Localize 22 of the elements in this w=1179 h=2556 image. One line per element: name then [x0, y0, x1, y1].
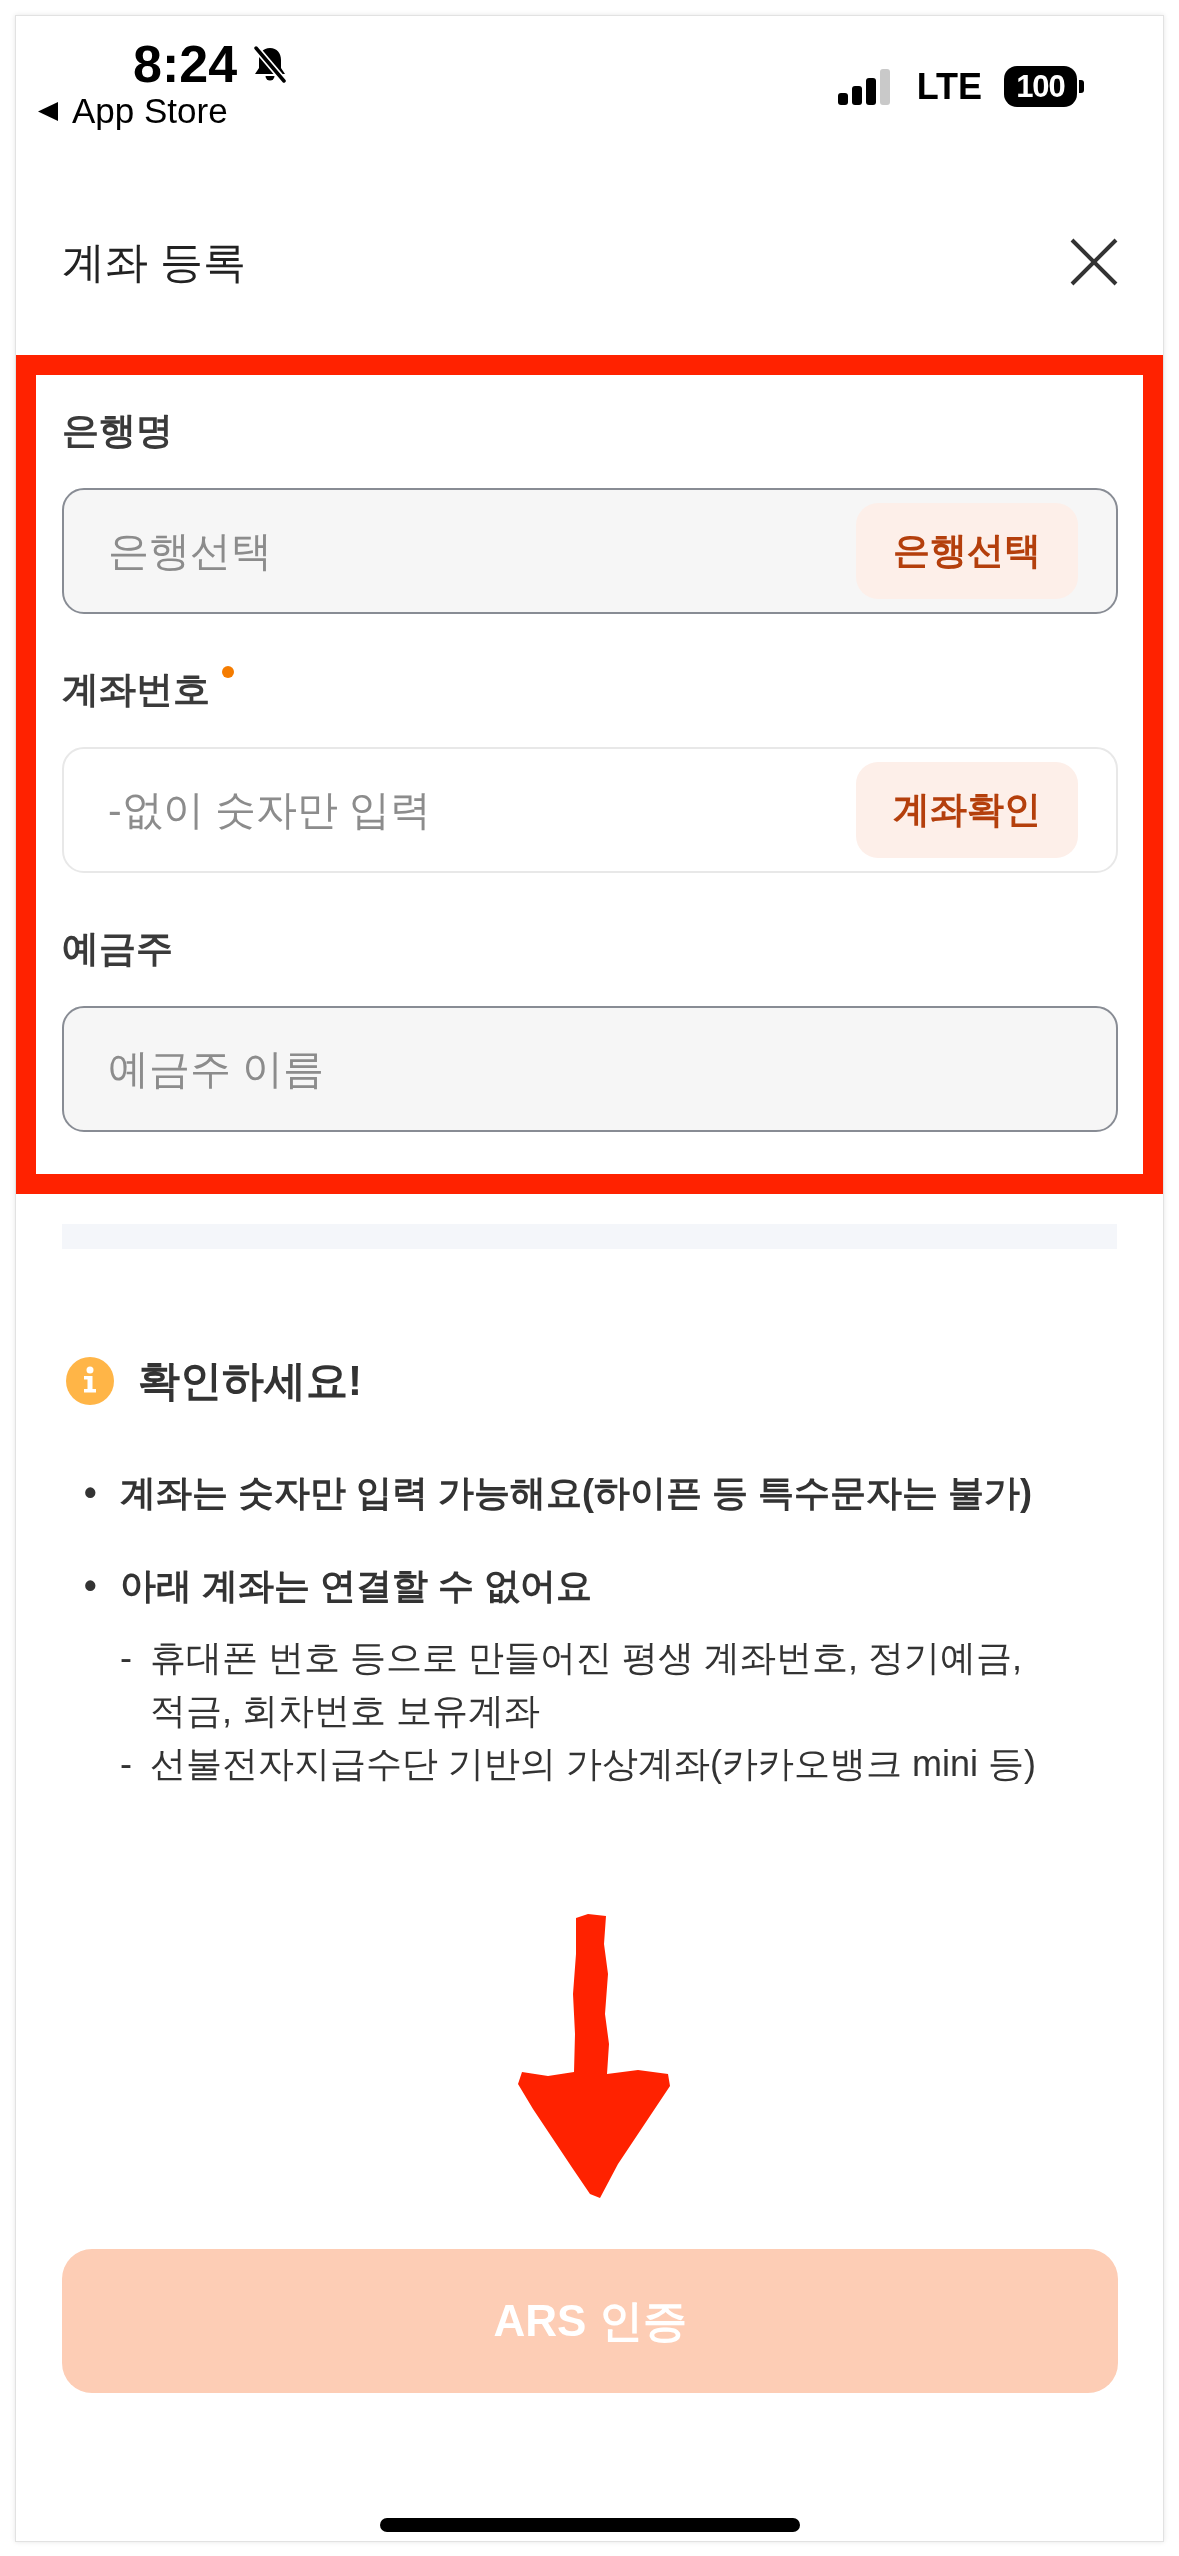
signal-icon [837, 68, 891, 105]
notice-title: 확인하세요! [138, 1356, 362, 1406]
status-time: 8:24 [133, 35, 238, 93]
notice-text: 아래 계좌는 연결할 수 없어요 [120, 1564, 592, 1608]
notice-subtext: 휴대폰 번호 등으로 만들어진 평생 계좌번호, 정기예금, 적금, 회차번호 보유계좌 [150, 1636, 1023, 1733]
notice-text: 계좌는 숫자만 입력 가능해요(하이픈 등 특수문자는 불가) [120, 1471, 1032, 1515]
list-dash: - [119, 1636, 133, 1680]
notice-subtext: 선불전자지급수단 기반의 가상계좌(카카오뱅크 mini 등) [150, 1742, 1036, 1786]
close-icon[interactable] [1070, 238, 1118, 286]
field-label: 은행명 [62, 409, 173, 453]
info-icon [66, 1357, 114, 1405]
back-link[interactable]: App Store [38, 91, 290, 131]
field-action-button[interactable]: 계좌확인 [856, 762, 1078, 858]
list-bullet: • [83, 1471, 98, 1515]
page-title: 계좌 등록 [62, 237, 246, 288]
list-dash: - [119, 1742, 133, 1786]
network-label: LTE [916, 66, 982, 107]
battery-indicator: 100 [1004, 66, 1084, 107]
left-triangle-icon [38, 101, 58, 121]
list-bullet: • [83, 1564, 98, 1608]
field-label: 예금주 [62, 927, 173, 971]
field-label: 계좌번호 [62, 668, 210, 712]
